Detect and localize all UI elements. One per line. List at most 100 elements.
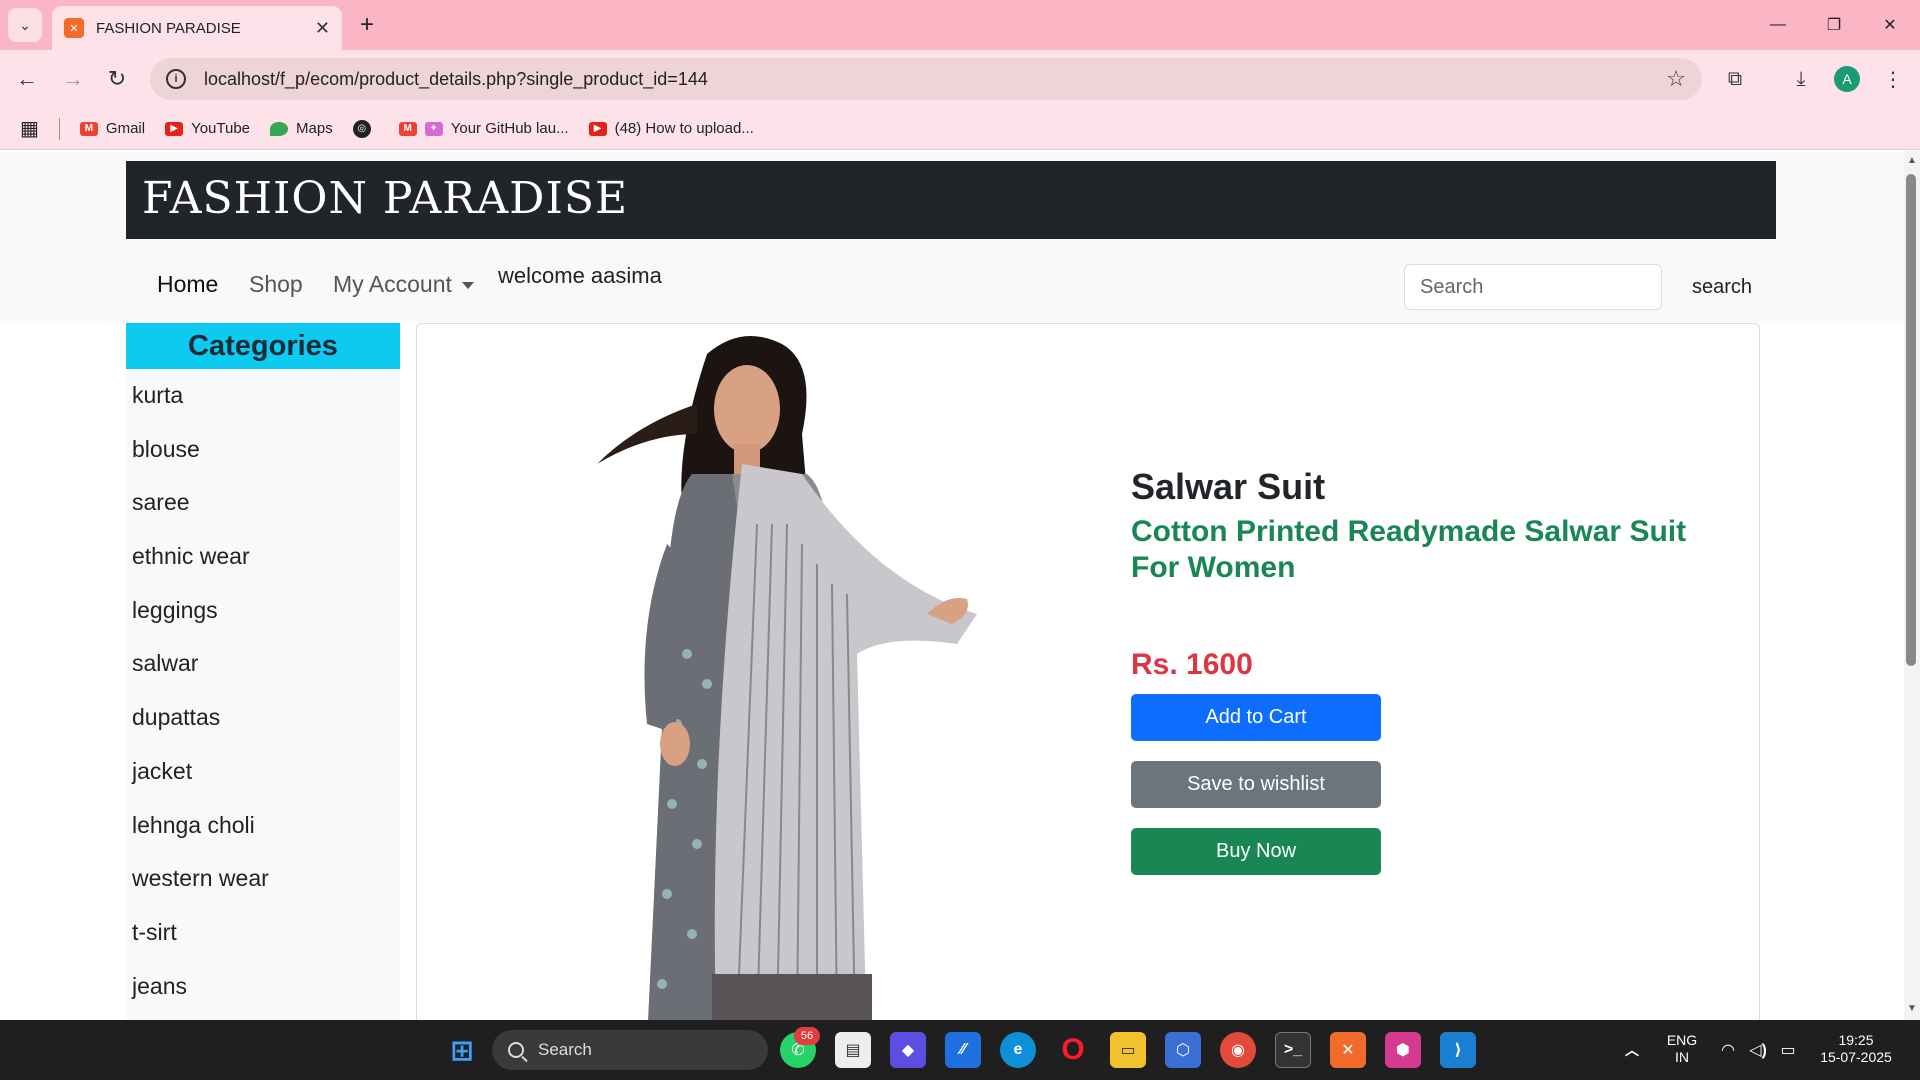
product-image[interactable]	[557, 324, 977, 1020]
youtube-icon: ▶	[165, 121, 184, 136]
copilot-icon[interactable]: ◆	[890, 1032, 926, 1068]
xampp-icon: ✕	[64, 18, 84, 38]
minimize-button[interactable]: —	[1758, 8, 1798, 42]
search-button[interactable]: search	[1672, 264, 1772, 310]
forward-button[interactable]: →	[56, 62, 90, 96]
site-info-icon[interactable]: i	[166, 69, 186, 89]
bookmark-gmail[interactable]: M Gmail	[79, 120, 145, 137]
restore-button[interactable]: ❐	[1814, 8, 1854, 42]
category-lehnga-choli[interactable]: lehnga choli	[126, 799, 400, 853]
scrollbar-thumb[interactable]	[1906, 174, 1916, 666]
tab-search-button[interactable]: ⌄	[8, 8, 42, 42]
nav-my-account[interactable]: My Account	[333, 271, 474, 298]
terminal-icon[interactable]: >_	[1275, 1032, 1311, 1068]
vscode-icon[interactable]: ⟩	[1440, 1032, 1476, 1068]
bookmark-youtube[interactable]: ▶ YouTube	[165, 120, 250, 137]
new-tab-button[interactable]: +	[352, 10, 382, 40]
nav-home[interactable]: Home	[157, 271, 218, 298]
site-brand[interactable]: FASHION PARADISE	[142, 173, 628, 224]
address-bar[interactable]: i localhost/f_p/ecom/product_details.php…	[150, 58, 1702, 100]
close-window-button[interactable]: ✕	[1870, 8, 1910, 42]
category-western-wear[interactable]: western wear	[126, 852, 400, 906]
bookmark-star-icon[interactable]: ☆	[1666, 66, 1686, 92]
close-tab-icon[interactable]: ✕	[315, 18, 330, 39]
category-blouse[interactable]: blouse	[126, 423, 400, 477]
bookmark-maps[interactable]: Maps	[270, 120, 333, 137]
categories-list: kurta blouse saree ethnic wear leggings …	[126, 369, 400, 1020]
categories-heading: Categories	[126, 323, 400, 369]
language-indicator[interactable]: ENG IN	[1664, 1032, 1700, 1066]
scroll-down-icon[interactable]: ▼	[1906, 1003, 1918, 1015]
browser-tab-strip: ⌄ ✕ FASHION PARADISE ✕ + — ❐ ✕	[0, 0, 1920, 50]
clock[interactable]: 19:25 15-07-2025	[1812, 1032, 1900, 1066]
search-icon	[508, 1042, 524, 1058]
product-card: Salwar Suit Cotton Printed Readymade Sal…	[416, 323, 1760, 1020]
menu-kebab-icon[interactable]: ⋮	[1876, 62, 1910, 96]
url-text[interactable]: localhost/f_p/ecom/product_details.php?s…	[204, 69, 1666, 90]
taskbar-search[interactable]: Search	[492, 1030, 768, 1070]
file-explorer-icon[interactable]: ▭	[1110, 1032, 1146, 1068]
category-salwar[interactable]: salwar	[126, 637, 400, 691]
reload-icon: ↻	[107, 66, 127, 91]
caret-down-icon	[461, 282, 474, 290]
opera-icon[interactable]: O	[1055, 1032, 1091, 1068]
save-to-wishlist-button[interactable]: Save to wishlist	[1131, 761, 1381, 808]
bookmarks-divider	[58, 117, 60, 140]
reload-button[interactable]: ↻	[100, 62, 134, 96]
buy-now-button[interactable]: Buy Now	[1131, 828, 1381, 875]
extensions-icon[interactable]: ⧉	[1718, 62, 1752, 96]
nav-my-account-label: My Account	[333, 271, 452, 297]
gmail-icon: M	[398, 121, 417, 136]
chrome-icon[interactable]: ◉	[1220, 1032, 1256, 1068]
browser-tab-active[interactable]: ✕ FASHION PARADISE ✕	[52, 6, 342, 50]
windows-start-icon[interactable]: ⊞	[444, 1032, 480, 1068]
taskbar-search-label: Search	[538, 1040, 592, 1059]
brand-bar: FASHION PARADISE	[126, 161, 1776, 239]
category-ethnic-wear[interactable]: ethnic wear	[126, 530, 400, 584]
whatsapp-badge: 56	[794, 1027, 820, 1045]
app-cube-icon[interactable]: ⬡	[1165, 1032, 1201, 1068]
profile-avatar[interactable]: A	[1834, 66, 1860, 92]
back-button[interactable]: ←	[10, 62, 44, 96]
youtube-icon: ▶	[588, 121, 607, 136]
category-saree[interactable]: saree	[126, 476, 400, 530]
store-icon[interactable]: ▤	[835, 1032, 871, 1068]
bookmark-github[interactable]: M ✦ Your GitHub lau...	[398, 120, 569, 137]
search-input[interactable]	[1404, 264, 1662, 310]
xampp-icon[interactable]: ✕	[1330, 1032, 1366, 1068]
product-price: Rs. 1600	[1131, 648, 1253, 681]
category-kurta[interactable]: kurta	[126, 369, 400, 423]
bookmark-youtube-video[interactable]: ▶ (48) How to upload...	[588, 120, 754, 137]
chevron-up-icon[interactable]: ︿	[1614, 1032, 1650, 1068]
category-leggings[interactable]: leggings	[126, 584, 400, 638]
add-to-cart-button[interactable]: Add to Cart	[1131, 694, 1381, 741]
welcome-text: welcome aasima	[498, 263, 662, 288]
tab-title: FASHION PARADISE	[96, 19, 241, 37]
app-hex-icon[interactable]: ⬢	[1385, 1032, 1421, 1068]
scroll-up-icon[interactable]: ▲	[1906, 155, 1918, 167]
chevron-down-icon: ⌄	[19, 16, 31, 33]
windows-taskbar: ⊞ Search ✆ 56 ▤ ◆ ⁄⁄ e O ▭ ⬡ ◉ >_ ✕ ⬢ ⟩ …	[0, 1020, 1920, 1080]
download-icon[interactable]: ⤓	[1784, 62, 1818, 96]
bookmark-globe[interactable]: ◎	[352, 119, 379, 138]
category-jacket[interactable]: jacket	[126, 745, 400, 799]
edge-icon[interactable]: e	[1000, 1032, 1036, 1068]
app-icon[interactable]: ⁄⁄	[945, 1032, 981, 1068]
maps-icon	[270, 121, 289, 136]
product-title: Salwar Suit	[1131, 466, 1326, 507]
browser-toolbar: ← → ↻ i localhost/f_p/ecom/product_detai…	[0, 50, 1920, 108]
arrow-left-icon: ←	[16, 66, 38, 91]
nav-shop[interactable]: Shop	[249, 271, 303, 298]
web-page: FASHION PARADISE Home Shop My Account we…	[0, 151, 1904, 1020]
category-jeans[interactable]: jeans	[126, 960, 400, 1014]
bookmarks-bar: ▦ M Gmail ▶ YouTube Maps ◎ M ✦ Your GitH…	[0, 108, 1920, 150]
category-t-sirt[interactable]: t-sirt	[126, 906, 400, 960]
gmail-icon: M	[79, 121, 98, 136]
apps-grid-icon[interactable]: ▦	[20, 116, 39, 141]
arrow-right-icon: →	[62, 66, 84, 91]
globe-icon: ◎	[352, 119, 371, 138]
github-launch-icon: ✦	[424, 121, 443, 136]
battery-icon[interactable]: ▭	[1770, 1032, 1806, 1068]
product-description: Cotton Printed Readymade Salwar Suit For…	[1131, 515, 1687, 584]
category-dupattas[interactable]: dupattas	[126, 691, 400, 745]
